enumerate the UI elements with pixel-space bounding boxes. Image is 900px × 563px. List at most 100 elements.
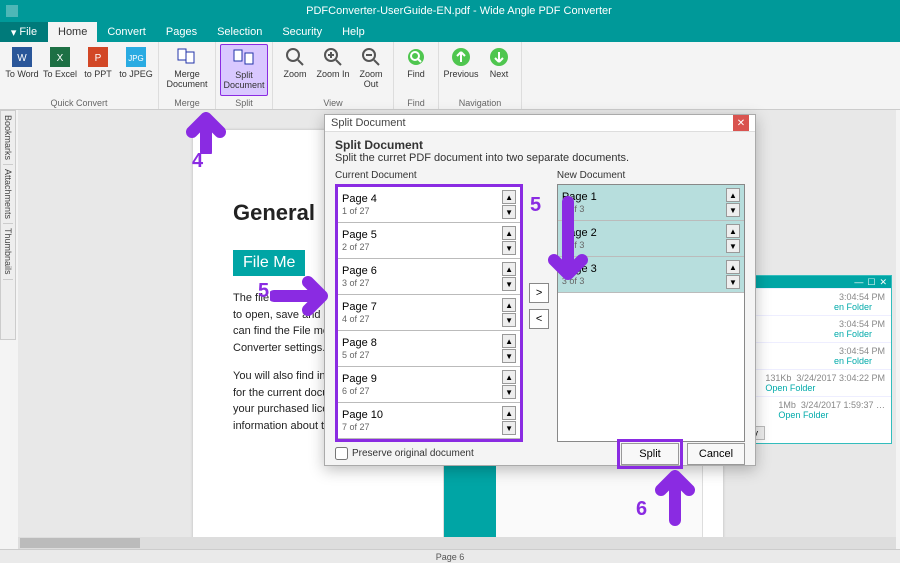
- file-menu[interactable]: ▾ File: [0, 22, 48, 42]
- previous-button[interactable]: Previous: [443, 44, 479, 96]
- page-row[interactable]: Page 74 of 27 ▲ ▼: [338, 295, 520, 331]
- current-document-column: Current Document Page 41 of 27 ▲ ▼ Page …: [335, 170, 523, 442]
- previous-label: Previous: [443, 70, 478, 80]
- tab-pages[interactable]: Pages: [156, 22, 207, 42]
- page-row[interactable]: Page 52 of 27 ▲ ▼: [338, 223, 520, 259]
- move-up-button[interactable]: ▲: [502, 190, 516, 204]
- new-pages-list[interactable]: Page 11 of 3 ▲ ▼ Page 22 of 3 ▲ ▼ Page 3…: [557, 184, 745, 442]
- move-up-button[interactable]: ▲: [502, 298, 516, 312]
- ribbon-group-navigation: Previous Next Navigation: [439, 42, 522, 109]
- svg-text:X: X: [57, 53, 64, 64]
- move-down-button[interactable]: ▼: [502, 241, 516, 255]
- ribbon-group-merge: Merge Document Merge: [159, 42, 216, 109]
- page-row[interactable]: Page 107 of 27 ▲ ▼: [338, 403, 520, 439]
- tab-convert[interactable]: Convert: [97, 22, 156, 42]
- app-icon: [6, 5, 18, 17]
- move-up-button[interactable]: ▲: [502, 226, 516, 240]
- ribbon-group-quick-convert: W To Word X To Excel P to PPT JPG to JPE…: [0, 42, 159, 109]
- move-up-button[interactable]: ▲: [726, 188, 740, 202]
- merge-document-button[interactable]: Merge Document: [163, 44, 211, 96]
- move-down-button[interactable]: ▼: [502, 313, 516, 327]
- maximize-icon[interactable]: ☐: [867, 277, 875, 288]
- to-word-button[interactable]: W To Word: [4, 44, 40, 96]
- move-right-button[interactable]: >: [529, 283, 549, 303]
- move-up-button[interactable]: ▲: [502, 334, 516, 348]
- current-pages-list[interactable]: Page 41 of 27 ▲ ▼ Page 52 of 27 ▲ ▼ Page…: [335, 184, 523, 442]
- status-page: Page 6: [436, 552, 465, 562]
- zoom-out-button[interactable]: Zoom Out: [353, 44, 389, 96]
- page-row[interactable]: Page 22 of 3 ▲ ▼: [558, 221, 744, 257]
- move-left-button[interactable]: <: [529, 309, 549, 329]
- tab-home[interactable]: Home: [48, 22, 97, 42]
- word-icon: W: [11, 46, 33, 68]
- move-down-button[interactable]: ▼: [502, 421, 516, 435]
- page-row[interactable]: Page 63 of 27 ▲ ▼: [338, 259, 520, 295]
- move-down-button[interactable]: ▼: [726, 275, 740, 289]
- dropdown-icon: ▾: [11, 26, 17, 39]
- split-document-button[interactable]: Split Document: [220, 44, 268, 96]
- close-icon[interactable]: ✕: [879, 277, 887, 288]
- to-jpeg-button[interactable]: JPG to JPEG: [118, 44, 154, 96]
- horizontal-scrollbar[interactable]: [18, 537, 896, 549]
- window-titlebar: PDFConverter-UserGuide-EN.pdf - Wide Ang…: [0, 0, 900, 22]
- move-up-button[interactable]: ▲: [726, 260, 740, 274]
- new-document-label: New Document: [557, 170, 745, 184]
- to-excel-button[interactable]: X To Excel: [42, 44, 78, 96]
- zoom-button[interactable]: Zoom: [277, 44, 313, 96]
- move-up-button[interactable]: ▲: [502, 406, 516, 420]
- split-label: Split Document: [221, 71, 267, 91]
- next-icon: [488, 46, 510, 68]
- ribbon-group-view: Zoom Zoom In Zoom Out View: [273, 42, 394, 109]
- move-down-button[interactable]: ▼: [502, 205, 516, 219]
- move-up-button[interactable]: ▲: [502, 370, 516, 384]
- transfer-buttons: > <: [529, 170, 551, 442]
- find-icon: [405, 46, 427, 68]
- move-down-button[interactable]: ▼: [502, 385, 516, 399]
- preserve-original-checkbox[interactable]: Preserve original document: [335, 447, 474, 460]
- zoom-in-button[interactable]: Zoom In: [315, 44, 351, 96]
- move-up-button[interactable]: ▲: [726, 224, 740, 238]
- to-word-label: To Word: [5, 70, 38, 80]
- to-ppt-label: to PPT: [84, 70, 112, 80]
- current-document-label: Current Document: [335, 170, 523, 184]
- page-row[interactable]: Page 85 of 27 ▲ ▼: [338, 331, 520, 367]
- page-row[interactable]: Page 33 of 3 ▲ ▼: [558, 257, 744, 293]
- split-button[interactable]: Split: [621, 443, 679, 465]
- minimize-icon[interactable]: —: [854, 277, 863, 287]
- sidetab-bookmarks[interactable]: Bookmarks: [3, 111, 13, 165]
- move-down-button[interactable]: ▼: [726, 239, 740, 253]
- preserve-checkbox-input[interactable]: [335, 447, 348, 460]
- cancel-button[interactable]: Cancel: [687, 443, 745, 465]
- dialog-titlebar[interactable]: Split Document ✕: [325, 115, 755, 132]
- scrollbar-thumb[interactable]: [20, 538, 140, 548]
- find-button[interactable]: Find: [398, 44, 434, 96]
- zoom-in-icon: [322, 46, 344, 68]
- group-label-split: Split: [235, 96, 253, 109]
- move-down-button[interactable]: ▼: [502, 277, 516, 291]
- sidetab-thumbnails[interactable]: Thumbnails: [3, 224, 13, 280]
- page-row[interactable]: Page 96 of 27 ▲ ▼: [338, 367, 520, 403]
- sidetab-attachments[interactable]: Attachments: [3, 165, 13, 224]
- group-label-merge: Merge: [174, 96, 200, 109]
- page-row[interactable]: Page 41 of 27 ▲ ▼: [338, 187, 520, 223]
- section-band: File Me: [233, 250, 305, 276]
- tab-security[interactable]: Security: [272, 22, 332, 42]
- tab-help[interactable]: Help: [332, 22, 375, 42]
- move-up-button[interactable]: ▲: [502, 262, 516, 276]
- dialog-close-button[interactable]: ✕: [733, 115, 749, 131]
- svg-text:JPG: JPG: [128, 54, 144, 63]
- merge-label: Merge Document: [163, 70, 211, 90]
- zoom-in-label: Zoom In: [316, 70, 349, 80]
- move-down-button[interactable]: ▼: [726, 203, 740, 217]
- jpeg-icon: JPG: [125, 46, 147, 68]
- side-panel: Bookmarks Attachments Thumbnails: [0, 110, 16, 340]
- next-button[interactable]: Next: [481, 44, 517, 96]
- to-ppt-button[interactable]: P to PPT: [80, 44, 116, 96]
- tab-selection[interactable]: Selection: [207, 22, 272, 42]
- preserve-label: Preserve original document: [352, 448, 474, 459]
- dialog-heading: Split Document: [335, 138, 423, 152]
- page-row[interactable]: Page 11 of 3 ▲ ▼: [558, 185, 744, 221]
- dialog-title: Split Document: [331, 117, 406, 129]
- zoom-out-label: Zoom Out: [353, 70, 389, 90]
- move-down-button[interactable]: ▼: [502, 349, 516, 363]
